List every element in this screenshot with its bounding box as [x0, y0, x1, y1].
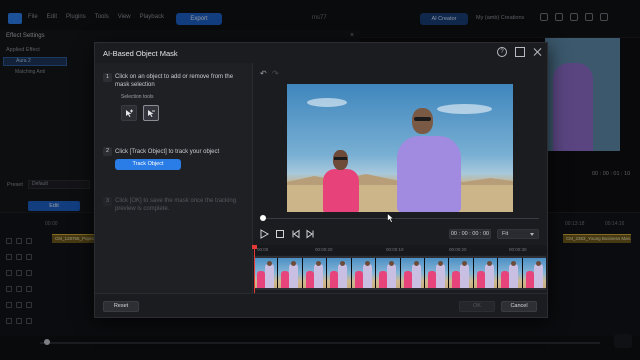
- reset-button[interactable]: Reset: [103, 301, 139, 312]
- filmstrip-frame: [278, 258, 302, 288]
- remove-selection-button[interactable]: [143, 105, 159, 121]
- selection-tools-label: Selection tools: [121, 94, 154, 100]
- previous-frame-icon[interactable]: [291, 229, 301, 239]
- close-icon[interactable]: [533, 47, 543, 57]
- video-preview[interactable]: [287, 84, 513, 212]
- cloud: [437, 104, 492, 114]
- preview-seek-track[interactable]: [261, 218, 539, 219]
- remove-selection-icon: [148, 110, 155, 117]
- timecode-display[interactable]: 00 : 00 : 00 : 00: [449, 229, 491, 239]
- mask-timeline-ruler[interactable]: 00:00 00:00:20 00:00:10 00:00:20 00:00:3…: [253, 245, 547, 255]
- person-pink-suit: [323, 169, 359, 212]
- ruler-tick: 00:00:20: [449, 247, 467, 252]
- filmstrip-frame: [424, 258, 449, 288]
- step-number: 3: [103, 197, 112, 206]
- object-mask-dialog: AI-Based Object Mask ? 1 Click on an obj…: [94, 42, 548, 318]
- undo-icon[interactable]: ↶: [260, 69, 267, 78]
- maximize-icon[interactable]: [515, 47, 525, 57]
- ruler-tick: 00:00:30: [509, 247, 527, 252]
- filmstrip-frame: [254, 258, 278, 288]
- dialog-footer: Reset OK Cancel: [95, 293, 547, 317]
- steps-panel: 1 Click on an object to add or remove fr…: [95, 63, 253, 293]
- dialog-title: AI-Based Object Mask: [103, 49, 178, 58]
- preview-seek-thumb[interactable]: [260, 215, 266, 221]
- track-object-button[interactable]: Track Object: [115, 159, 181, 170]
- person-purple-head: [412, 108, 433, 134]
- preview-area: ↶ ↷ 00 : 00 : 00 : 00 Fit 00:00 00:00:20…: [252, 63, 547, 293]
- filmstrip-frame: [327, 258, 351, 288]
- cloud: [307, 98, 347, 107]
- step-3-text: Click [OK] to save the mask once the tra…: [115, 198, 237, 212]
- cancel-button[interactable]: Cancel: [501, 301, 537, 312]
- filmstrip-frame: [522, 258, 547, 288]
- filmstrip-frame: [449, 258, 473, 288]
- filmstrip-frame: [473, 258, 498, 288]
- ruler-tick: 00:00: [257, 247, 269, 252]
- filmstrip-frame: [376, 258, 400, 288]
- ruler-tick: 00:00:20: [315, 247, 333, 252]
- filmstrip[interactable]: [254, 256, 547, 290]
- timeline-playhead[interactable]: [252, 245, 257, 293]
- redo-icon[interactable]: ↷: [272, 69, 279, 78]
- add-selection-button[interactable]: [121, 105, 137, 121]
- step-number: 2: [103, 147, 112, 156]
- mouse-cursor-icon: [387, 213, 395, 223]
- next-frame-icon[interactable]: [305, 229, 315, 239]
- person-pink-head: [333, 150, 348, 170]
- person-masked-purple: [397, 136, 461, 212]
- stop-icon[interactable]: [275, 229, 285, 239]
- step-number: 1: [103, 73, 112, 82]
- filmstrip-frame: [351, 258, 376, 288]
- sunglasses: [334, 157, 347, 160]
- step-2-text: Click [Track Object] to track your objec…: [115, 149, 220, 155]
- play-icon[interactable]: [259, 229, 269, 239]
- filmstrip-frame: [400, 258, 424, 288]
- step-1-text: Click on an object to add or remove from…: [115, 74, 234, 88]
- filmstrip-frame: [498, 258, 522, 288]
- filmstrip-frame: [302, 258, 327, 288]
- help-icon[interactable]: ?: [497, 47, 507, 57]
- add-selection-icon: [126, 109, 133, 117]
- ruler-tick: 00:00:10: [386, 247, 404, 252]
- zoom-fit-select[interactable]: Fit: [497, 229, 539, 239]
- dialog-title-icons: ?: [497, 47, 543, 57]
- ok-button[interactable]: OK: [459, 301, 495, 312]
- sunglasses: [414, 117, 431, 121]
